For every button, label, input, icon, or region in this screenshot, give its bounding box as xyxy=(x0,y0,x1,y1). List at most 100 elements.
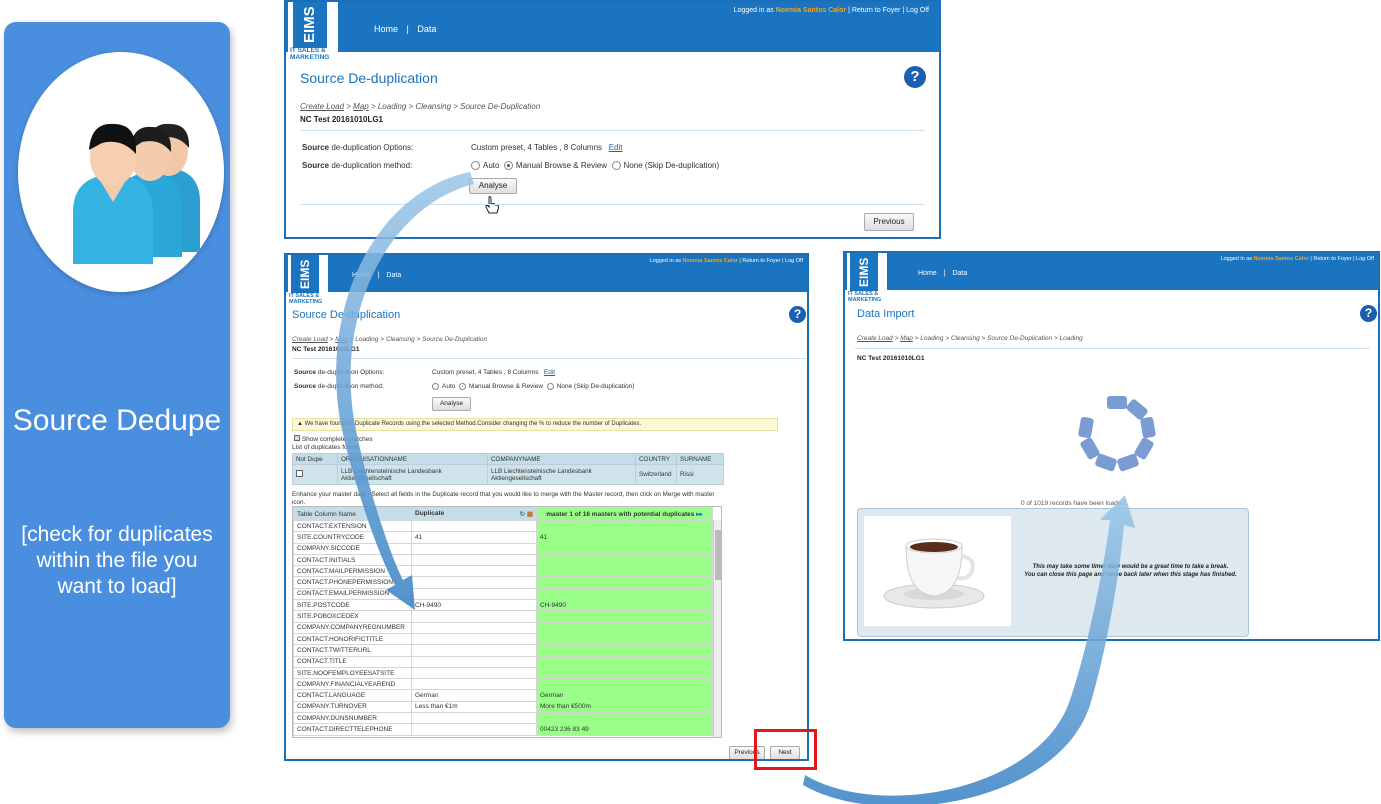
foyer-logoff-links[interactable]: | Return to Foyer | Log Off xyxy=(739,258,803,264)
nav-data[interactable]: Data xyxy=(386,272,401,279)
grid-cell-duplicate[interactable] xyxy=(411,678,537,691)
radio-manual[interactable] xyxy=(459,383,466,390)
grid-cell-duplicate[interactable] xyxy=(411,621,537,634)
crumb-create-load[interactable]: Create Load xyxy=(300,102,344,111)
merge-grid: Table Column Name Duplicate ↻ ▦ master 1… xyxy=(292,506,722,738)
grid-cell-column-name: CONTACT.PHONEPERMISSION xyxy=(293,576,412,589)
refresh-icon[interactable]: ↻ ▦ xyxy=(520,510,533,518)
grid-cell-duplicate[interactable] xyxy=(411,723,537,736)
radio-manual[interactable] xyxy=(503,161,513,171)
table-row[interactable]: CONTACT.PHONEPERMISSION xyxy=(293,576,713,589)
table-row[interactable]: SITE.POBOXCEDEX xyxy=(293,610,713,623)
table-row[interactable]: LLB Liechtensteinische Landesbank Aktien… xyxy=(292,464,724,485)
analyse-button[interactable]: Analyse xyxy=(469,178,517,194)
hand-cursor-icon xyxy=(485,196,500,214)
nav-data[interactable]: Data xyxy=(417,24,436,34)
user-name[interactable]: Noemia Santos Calor xyxy=(1254,256,1309,262)
method-label: Source de-duplication method: xyxy=(302,161,413,170)
grid-cell-duplicate[interactable] xyxy=(411,666,537,680)
edit-link[interactable]: Edit xyxy=(609,143,623,152)
grid-cell-duplicate[interactable] xyxy=(411,519,537,533)
scrollbar-thumb[interactable] xyxy=(715,530,721,580)
records-loaded-status: 0 of 1019 records have been loaded. xyxy=(1021,500,1127,507)
table-row[interactable]: COMPANY.COMPANYREGNUMBER xyxy=(293,621,713,634)
show-complete-matches[interactable]: Show complete matches xyxy=(294,435,373,443)
grid-col-master: master 1 of 16 masters with potential du… xyxy=(536,507,713,521)
grid-cell-master xyxy=(536,519,713,533)
table-row[interactable]: CONTACT.TITLE xyxy=(293,655,713,668)
table-row[interactable]: CONTACT.INITIALS xyxy=(293,553,713,567)
help-icon[interactable]: ? xyxy=(1360,305,1377,322)
method-radios: Auto Manual Browse & Review None (Skip D… xyxy=(471,161,719,171)
radio-none[interactable] xyxy=(546,383,554,390)
table-row[interactable]: SITE.NOOFEMPLOYEESATSITE xyxy=(293,666,713,680)
previous-button[interactable]: Previous xyxy=(864,213,914,231)
grid-cell-duplicate[interactable] xyxy=(411,565,537,578)
grid-cell-duplicate[interactable] xyxy=(411,632,537,646)
grid-cell-master: German xyxy=(536,689,713,702)
table-row[interactable]: SITE.POSTCODE CH-9490 CH-9490 xyxy=(293,599,713,612)
crumb-map[interactable]: Map xyxy=(353,102,369,111)
grid-cell-duplicate[interactable] xyxy=(411,610,537,623)
edit-link[interactable]: Edit xyxy=(544,369,555,376)
grid-scrollbar[interactable] xyxy=(713,520,721,737)
user-name[interactable]: Noemia Santos Calor xyxy=(683,258,738,264)
radio-auto[interactable] xyxy=(471,161,480,171)
table-row[interactable]: COMPANY.DUNSNUMBER xyxy=(293,712,713,725)
grid-cell-column-name: SITE.NOOFEMPLOYEESATSITE xyxy=(293,666,412,680)
page-title: Source De-duplication xyxy=(300,70,438,86)
crumb-create-load[interactable]: Create Load xyxy=(857,335,893,342)
spinner-segment xyxy=(1139,416,1156,439)
duplicates-list-label: List of duplicates found xyxy=(292,444,359,451)
main-nav: Home | Data xyxy=(918,270,968,277)
foyer-logoff-links[interactable]: | Return to Foyer | Log Off xyxy=(1310,256,1374,262)
next-master-icon[interactable]: ▸▸ xyxy=(696,511,703,518)
grid-cell-duplicate[interactable] xyxy=(411,712,537,725)
crumb-map[interactable]: Map xyxy=(900,335,913,342)
analyse-button[interactable]: Analyse xyxy=(432,397,471,411)
grid-cell-duplicate[interactable]: CH-9490 xyxy=(411,599,537,612)
crumb-map[interactable]: Map xyxy=(335,336,348,343)
nav-data[interactable]: Data xyxy=(952,270,967,277)
table-row[interactable]: CONTACT.DIRECTTELEPHONE 00423 236 83 49 xyxy=(293,723,713,736)
table-row[interactable]: SITE.COUNTRYCODE 41 41 xyxy=(293,531,713,544)
grid-cell-duplicate[interactable]: German xyxy=(411,689,537,702)
foyer-logoff-links[interactable]: | Return to Foyer | Log Off xyxy=(848,7,929,14)
merge-icon[interactable]: ▦ xyxy=(527,511,533,518)
grid-cell-duplicate[interactable] xyxy=(411,655,537,668)
login-status: Logged in as Noemia Santos Calor | Retur… xyxy=(733,7,929,14)
window-source-dedup-step1: EIMS IT SALES & MARKETING Home | Data Log… xyxy=(284,0,941,239)
stage-card: Source Dedupe [check for duplicates with… xyxy=(4,22,230,728)
grid-cell-master xyxy=(536,712,713,725)
table-row[interactable]: CONTACT.EMAILPERMISSION xyxy=(293,587,713,601)
grid-cell-master xyxy=(536,576,713,589)
user-name[interactable]: Noemia Santos Calor xyxy=(776,7,846,14)
col-not-dupe: Not Dupe xyxy=(292,453,338,465)
grid-cell-duplicate[interactable] xyxy=(411,576,537,589)
show-complete-checkbox[interactable] xyxy=(294,435,300,441)
grid-cell-duplicate[interactable] xyxy=(411,587,537,601)
grid-cell-duplicate[interactable] xyxy=(411,644,537,657)
nav-home[interactable]: Home xyxy=(352,272,371,279)
table-row[interactable]: COMPANY.SICCODE xyxy=(293,542,713,555)
grid-cell-duplicate[interactable] xyxy=(411,542,537,555)
grid-cell-duplicate[interactable]: Less than €1m xyxy=(411,700,537,714)
grid-cell-column-name: SITE.POBOXCEDEX xyxy=(293,610,412,623)
radio-none[interactable] xyxy=(611,161,621,171)
grid-cell-duplicate[interactable]: 41 xyxy=(411,531,537,544)
help-icon[interactable]: ? xyxy=(904,66,926,88)
table-row[interactable]: CONTACT.MAILPERMISSION xyxy=(293,565,713,578)
table-row[interactable]: CONTACT.TWITTERURL xyxy=(293,644,713,657)
table-row[interactable]: COMPANY.TURNOVER Less than €1m More than €… xyxy=(293,700,713,714)
table-row[interactable]: CONTACT.EXTENSION xyxy=(293,519,713,533)
grid-cell-duplicate[interactable] xyxy=(411,553,537,567)
nav-home[interactable]: Home xyxy=(374,24,398,34)
radio-auto[interactable] xyxy=(432,383,439,390)
table-row[interactable]: CONTACT.HONORIFICTITLE xyxy=(293,632,713,646)
nav-home[interactable]: Home xyxy=(918,270,937,277)
not-dupe-checkbox[interactable] xyxy=(296,470,303,477)
table-row[interactable]: CONTACT.LANGUAGE German German xyxy=(293,689,713,702)
help-icon[interactable]: ? xyxy=(789,306,806,323)
crumb-create-load[interactable]: Create Load xyxy=(292,336,328,343)
table-row[interactable]: COMPANY.FINANCIALYEAREND xyxy=(293,678,713,691)
